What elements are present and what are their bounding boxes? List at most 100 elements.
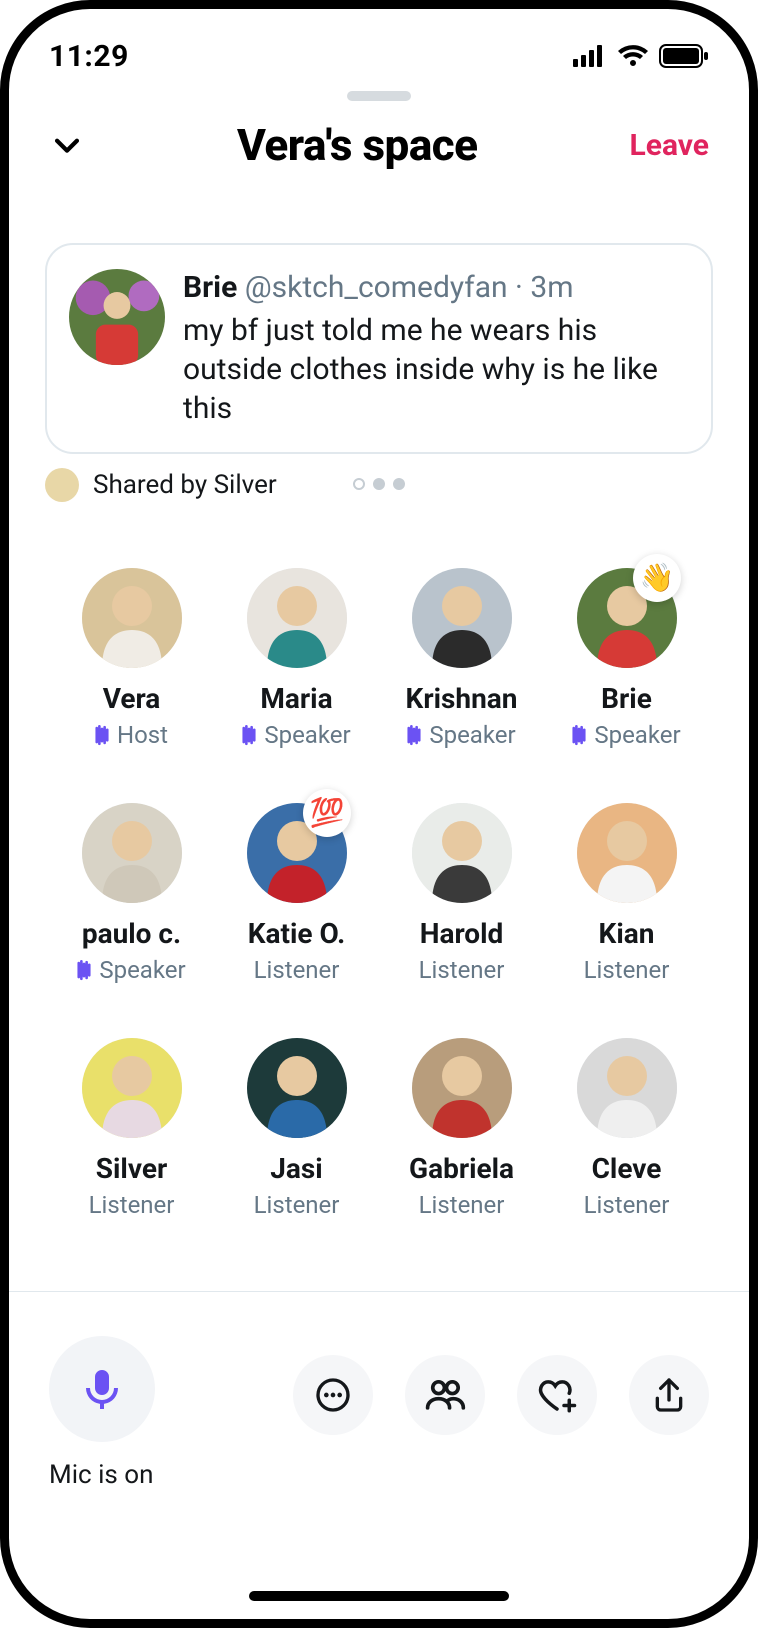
reactions-button[interactable]: [293, 1355, 373, 1435]
participant-harold[interactable]: HaroldListener: [379, 803, 544, 984]
dot-2[interactable]: [393, 478, 405, 490]
participant-katie-o-[interactable]: 💯Katie O.Listener: [214, 803, 379, 984]
participant-role-row: Listener: [254, 956, 340, 984]
battery-icon: [659, 44, 709, 68]
participant-gabriela[interactable]: Gabriela Listener: [379, 1038, 544, 1219]
speaking-waveform-icon: [77, 958, 91, 982]
header: Vera's space Leave: [9, 119, 749, 171]
speaking-waveform-icon: [407, 723, 421, 747]
participant-maria[interactable]: Maria Speaker: [214, 568, 379, 749]
tweet-author-name: Brie: [183, 270, 237, 305]
participant-role-row: Speaker: [77, 956, 185, 984]
avatar: [247, 568, 347, 668]
dot-0[interactable]: [353, 478, 365, 490]
avatar: [82, 803, 182, 903]
avatar: [577, 803, 677, 903]
avatar: [82, 1038, 182, 1138]
participant-vera[interactable]: Vera Host: [49, 568, 214, 749]
participant-role: Listener: [419, 956, 505, 984]
participant-name: Jasi: [270, 1152, 322, 1185]
tweet-body: Brie @sktch_comedyfan · 3m my bf just to…: [183, 269, 685, 428]
hundred-emoji-badge: 💯: [303, 789, 351, 837]
avatar: [82, 568, 182, 668]
participant-role-row: Listener: [584, 1191, 670, 1219]
participants-grid: Vera Host Maria Speaker Krishnan Speaker 👋 Brie…: [9, 490, 749, 1219]
avatar: [412, 1038, 512, 1138]
participant-role: Listener: [254, 956, 340, 984]
people-icon: [423, 1373, 467, 1417]
tweet-author-handle: @sktch_comedyfan: [245, 270, 508, 305]
participant-role: Host: [117, 721, 168, 749]
participant-name: Krishnan: [406, 682, 518, 715]
like-button[interactable]: [517, 1355, 597, 1435]
tweet-time: 3m: [530, 270, 573, 305]
participant-role: Speaker: [99, 956, 185, 984]
participant-role: Speaker: [594, 721, 680, 749]
people-button[interactable]: [405, 1355, 485, 1435]
participant-krishnan[interactable]: Krishnan Speaker: [379, 568, 544, 749]
pinned-tweet-card[interactable]: Brie @sktch_comedyfan · 3m my bf just to…: [45, 243, 713, 454]
participant-role: Listener: [584, 1191, 670, 1219]
status-icons: [573, 44, 709, 68]
status-bar: 11:29: [9, 9, 749, 81]
participant-name: Gabriela: [409, 1152, 514, 1185]
participant-name: Katie O.: [248, 917, 346, 950]
page-title: Vera's space: [237, 119, 478, 171]
participant-name: paulo c.: [82, 917, 181, 950]
participant-name: Vera: [103, 682, 161, 715]
status-time: 11:29: [49, 39, 129, 74]
participant-role: Listener: [584, 956, 670, 984]
drag-handle[interactable]: [347, 91, 411, 101]
share-button[interactable]: [629, 1355, 709, 1435]
collapse-button[interactable]: [49, 127, 85, 163]
tweet-author-avatar: [69, 269, 165, 365]
dot-1[interactable]: [373, 478, 385, 490]
mic-status-label: Mic is on: [49, 1460, 153, 1490]
more-reactions-icon: [313, 1375, 353, 1415]
speaking-waveform-icon: [95, 723, 109, 747]
participant-role-row: Speaker: [572, 721, 680, 749]
heart-plus-icon: [536, 1374, 578, 1416]
microphone-icon: [78, 1365, 126, 1413]
cellular-icon: [573, 45, 607, 67]
participant-role: Speaker: [429, 721, 515, 749]
participant-jasi[interactable]: Jasi Listener: [214, 1038, 379, 1219]
participant-kian[interactable]: Kian Listener: [544, 803, 709, 984]
tweet-text: my bf just told me he wears his outside …: [183, 311, 685, 428]
wave-emoji-badge: 👋: [633, 554, 681, 602]
participant-name: Cleve: [592, 1152, 662, 1185]
page-dots[interactable]: [9, 478, 749, 490]
bottom-bar: Mic is on: [9, 1292, 749, 1510]
avatar: [412, 568, 512, 668]
leave-button[interactable]: Leave: [630, 128, 709, 163]
wifi-icon: [617, 44, 649, 68]
participant-role-row: Listener: [419, 1191, 505, 1219]
participant-role: Speaker: [264, 721, 350, 749]
participant-name: Silver: [96, 1152, 167, 1185]
tweet-separator: ·: [508, 270, 531, 305]
participant-name: Maria: [260, 682, 332, 715]
participant-name: Brie: [601, 682, 652, 715]
participant-brie[interactable]: 👋BrieSpeaker: [544, 568, 709, 749]
participant-role-row: Listener: [89, 1191, 175, 1219]
participant-silver[interactable]: Silver Listener: [49, 1038, 214, 1219]
tweet-header: Brie @sktch_comedyfan · 3m: [183, 269, 685, 307]
home-indicator[interactable]: [249, 1591, 509, 1601]
participant-name: Kian: [599, 917, 655, 950]
participant-role-row: Listener: [254, 1191, 340, 1219]
participant-paulo-c-[interactable]: paulo c. Speaker: [49, 803, 214, 984]
device-frame: 11:29 Vera's space Leave Brie @sktch_com…: [0, 0, 758, 1628]
speaking-waveform-icon: [572, 723, 586, 747]
participant-role: Listener: [419, 1191, 505, 1219]
mic-toggle-button[interactable]: [49, 1336, 155, 1442]
participant-role-row: Speaker: [242, 721, 350, 749]
participant-role-row: Listener: [419, 956, 505, 984]
avatar: [412, 803, 512, 903]
participant-role: Listener: [89, 1191, 175, 1219]
avatar: [577, 1038, 677, 1138]
participant-role-row: Host: [95, 721, 168, 749]
participant-role-row: Listener: [584, 956, 670, 984]
avatar: [247, 1038, 347, 1138]
participant-role: Listener: [254, 1191, 340, 1219]
participant-cleve[interactable]: Cleve Listener: [544, 1038, 709, 1219]
